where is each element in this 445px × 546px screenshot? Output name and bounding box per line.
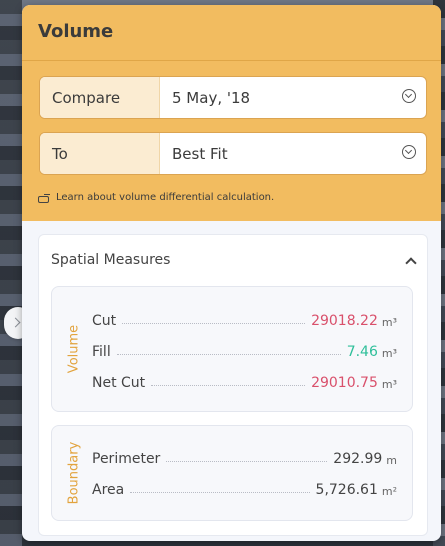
volume-group: Volume Cut 29018.22 m³ Fill 7.46 m³ Net … [51, 286, 413, 412]
to-label: To [40, 133, 160, 174]
metric-name: Perimeter [92, 451, 161, 467]
chevron-down-circle-icon[interactable] [402, 145, 416, 159]
metric-unit: m [386, 454, 397, 467]
metric-unit: m³ [381, 316, 397, 329]
compare-label: Compare [40, 77, 160, 118]
chevron-up-icon[interactable] [407, 257, 415, 265]
dotted-leader [166, 461, 328, 462]
metric-value: 5,726.61 [315, 482, 378, 498]
compare-value[interactable]: 5 May, '18 [160, 77, 426, 118]
compare-value-text: 5 May, '18 [172, 88, 251, 107]
hand-pointer-icon [38, 193, 50, 203]
metric-value: 29010.75 [311, 375, 378, 391]
volume-header: Volume Compare 5 May, '18 To Best Fit Le… [22, 5, 441, 221]
volume-panel: Volume Compare 5 May, '18 To Best Fit Le… [22, 5, 441, 541]
dotted-leader [122, 323, 306, 324]
metric-name: Net Cut [92, 375, 146, 391]
metric-name: Cut [92, 313, 117, 329]
metric-cut: Cut 29018.22 m³ [92, 309, 397, 329]
to-value-text: Best Fit [172, 144, 228, 163]
metric-net-cut: Net Cut 29010.75 m³ [92, 371, 397, 391]
spatial-measures-title: Spatial Measures [51, 252, 171, 268]
metric-unit: m² [381, 485, 397, 498]
learn-volume-link-text[interactable]: Learn about volume differential calculat… [56, 192, 274, 203]
learn-volume-link[interactable]: Learn about volume differential calculat… [38, 192, 274, 203]
dotted-leader [130, 492, 310, 493]
spatial-measures-card: Spatial Measures Volume Cut 29018.22 m³ … [38, 234, 428, 536]
boundary-group: Boundary Perimeter 292.99 m Area 5,726.6… [51, 425, 413, 521]
panel-title: Volume [38, 21, 114, 42]
header-divider [22, 60, 441, 61]
volume-group-label: Volume [66, 324, 82, 374]
to-value[interactable]: Best Fit [160, 133, 426, 174]
metric-unit: m³ [381, 347, 397, 360]
metric-name: Area [92, 482, 125, 498]
metric-value: 7.46 [346, 344, 378, 360]
metric-unit: m³ [381, 378, 397, 391]
boundary-group-label: Boundary [66, 441, 82, 505]
metric-fill: Fill 7.46 m³ [92, 340, 397, 360]
chevron-down-circle-icon[interactable] [402, 89, 416, 103]
to-select[interactable]: To Best Fit [39, 132, 427, 175]
metric-area: Area 5,726.61 m² [92, 478, 397, 498]
metric-perimeter: Perimeter 292.99 m [92, 447, 397, 467]
dotted-leader [116, 354, 341, 355]
map-background-left [0, 0, 22, 546]
dotted-leader [151, 385, 306, 386]
metric-value: 292.99 [333, 451, 383, 467]
metric-name: Fill [92, 344, 111, 360]
metric-value: 29018.22 [311, 313, 378, 329]
compare-select[interactable]: Compare 5 May, '18 [39, 76, 427, 119]
